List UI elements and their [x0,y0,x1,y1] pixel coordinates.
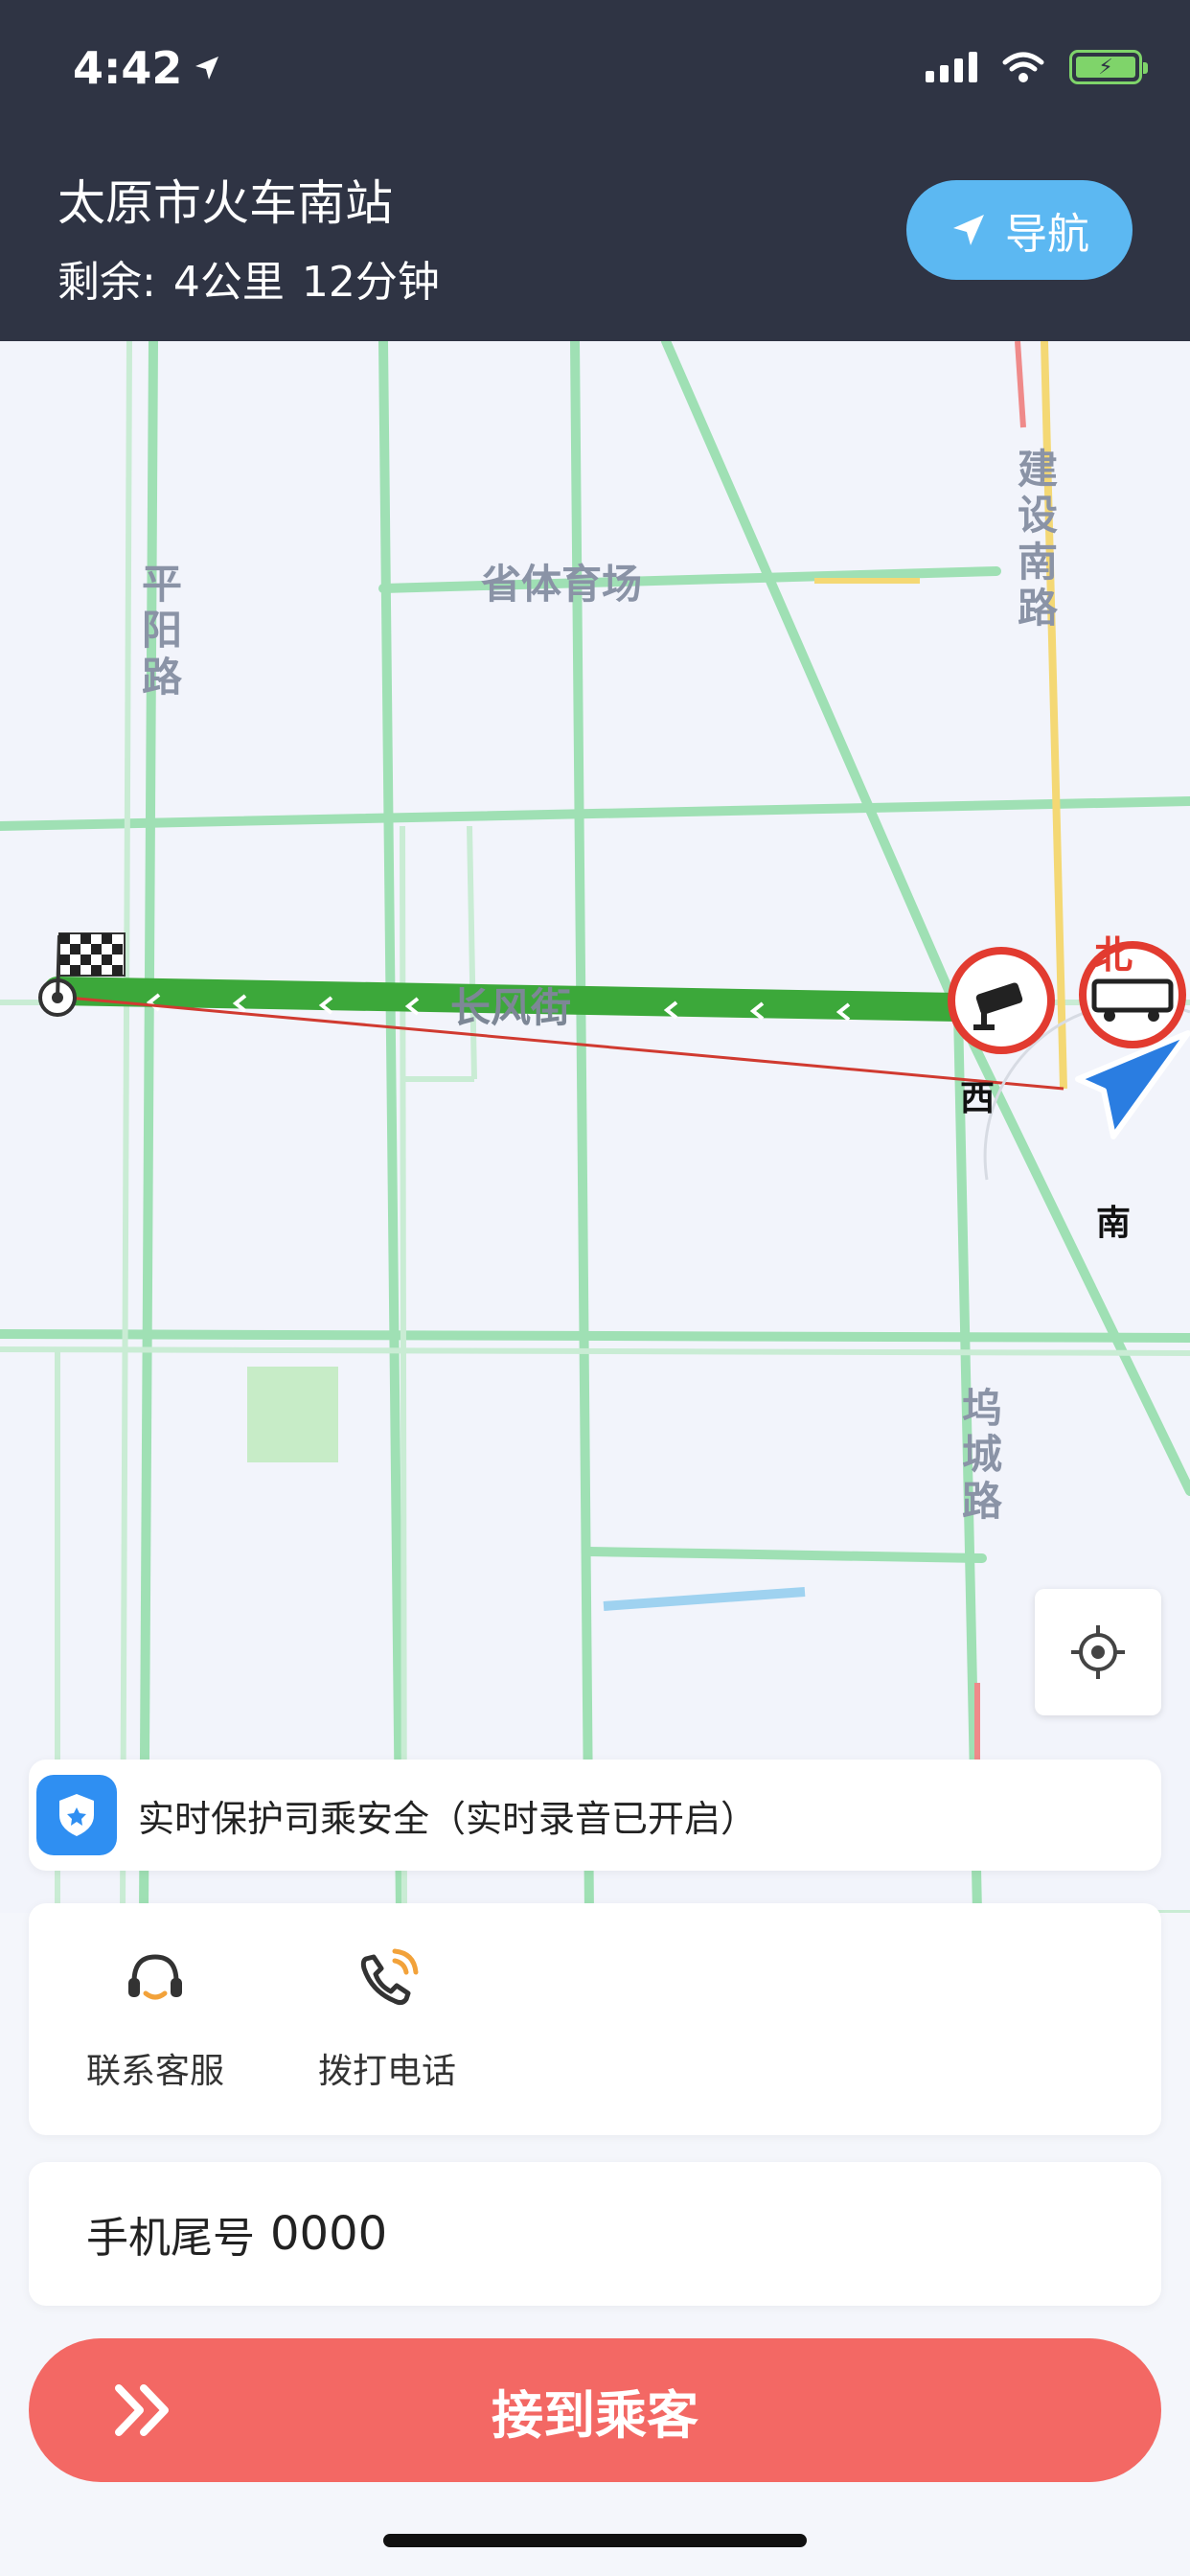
map-label-pingyang-road: 平阳路 [141,561,182,701]
call-phone-button[interactable]: 拨打电话 [318,1942,456,2093]
remaining-label: 剩余: [57,258,156,307]
phone-tail-label: 手机尾号 [86,2214,255,2263]
destination-title: 太原市火车南站 [57,175,393,231]
compass-west-label: 西 [960,1079,995,1118]
contact-service-button[interactable]: 联系客服 [86,1942,224,2093]
map-label-changfeng-street: 长风街 [450,984,572,1031]
remaining-info: 剩余: 4公里 12分钟 [57,247,440,309]
compass-south-label: 南 [1096,1204,1132,1243]
action-card: 联系客服 拨打电话 [29,1903,1161,2135]
status-time: 4:42 [73,42,222,94]
top-header: 4:42 ⚡ 太原市火车南站 剩余: 4公里 12分钟 导航 [0,0,1190,341]
pickup-passenger-button[interactable]: 接到乘客 [29,2338,1161,2482]
wifi-icon [1002,52,1044,82]
map-label-stadium: 省体育场 [481,561,643,608]
double-chevron-right-icon [115,2384,169,2436]
home-indicator[interactable] [383,2534,807,2547]
locate-me-button[interactable] [1035,1589,1161,1715]
compass-north-label: 北 [1094,933,1133,978]
cellular-signal-icon [926,52,977,82]
location-arrow-icon [195,57,219,80]
shield-icon [36,1775,117,1855]
map-label-jianshe-south-road: 建设南路 [1017,446,1058,632]
battery-charging-icon: ⚡ [1069,50,1148,84]
safety-text: 实时保护司乘安全（实时录音已开启） [138,1797,758,1840]
headset-icon [117,1942,194,2018]
navigate-button[interactable]: 导航 [906,180,1133,280]
route-map[interactable]: 平阳路 省体育场 建设南路 长风街 坞城路 西 南 北 [0,341,1190,1913]
phone-icon [349,1942,425,2018]
remaining-duration: 12分钟 [301,258,440,307]
map-label-wucheng-road: 坞城路 [961,1385,1002,1525]
navigation-arrow-icon [953,215,984,245]
remaining-distance: 4公里 [172,258,285,307]
status-icons: ⚡ [926,50,1148,84]
safety-notice[interactable]: 实时保护司乘安全（实时录音已开启） [29,1760,1161,1871]
crosshair-icon [1071,1625,1125,1679]
phone-tail-number: 0000 [270,2207,388,2261]
call-phone-label: 拨打电话 [318,2052,457,2091]
contact-service-label: 联系客服 [86,2052,225,2091]
passenger-phone-card: 手机尾号 0000 [29,2162,1161,2306]
